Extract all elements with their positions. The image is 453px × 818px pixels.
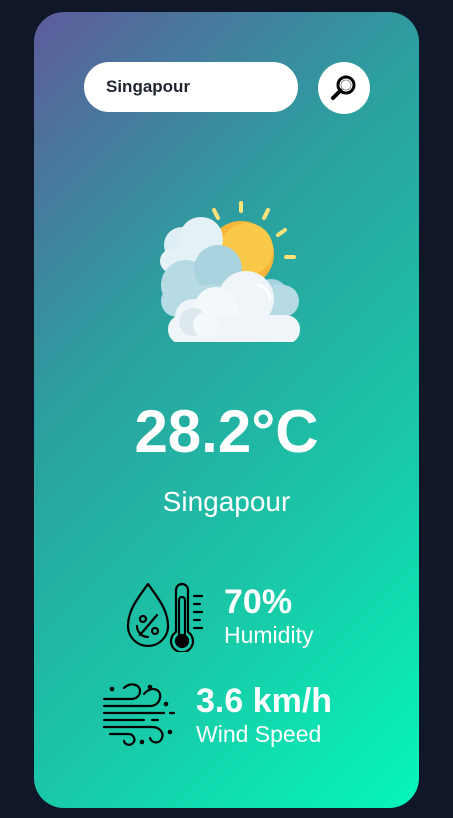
city-name: Singapour (162, 486, 291, 517)
search-button[interactable] (318, 62, 370, 114)
humidity-label: Humidity (224, 622, 314, 648)
search-input[interactable] (104, 76, 278, 98)
humidity-detail: 70% Humidity (124, 580, 313, 652)
wind-detail: 3.6 km/h Wind Speed (100, 680, 332, 750)
temperature: 28.2°C (134, 398, 319, 465)
magnifier-icon (331, 75, 356, 100)
weather-card: 28.2°C Singapour 70% Humidity (34, 12, 419, 808)
humidity-value: 70% (224, 583, 293, 621)
humidity-thermometer-icon (126, 582, 204, 652)
sun-behind-clouds-icon (160, 201, 300, 342)
wind-value: 3.6 km/h (196, 682, 333, 720)
wind-label: Wind Speed (196, 721, 322, 747)
wind-icon (102, 683, 176, 746)
search-box[interactable] (84, 62, 298, 112)
